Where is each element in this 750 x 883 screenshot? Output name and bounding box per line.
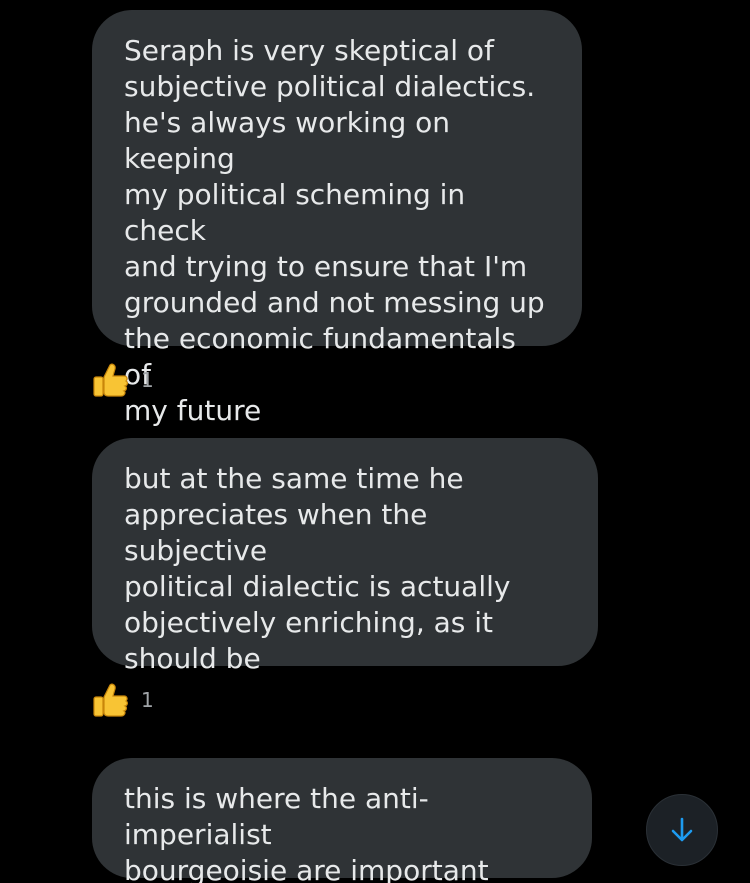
reaction-chip[interactable]: 1 bbox=[90, 360, 154, 400]
reaction-count: 1 bbox=[141, 368, 154, 392]
message-bubble[interactable]: but at the same time he appreciates when… bbox=[92, 438, 598, 675]
message-bubble[interactable]: Seraph is very skeptical of subjective p… bbox=[92, 10, 582, 427]
message-bubble[interactable]: this is where the anti-imperialist bourg… bbox=[92, 758, 592, 883]
thumbs-up-icon bbox=[93, 683, 128, 717]
arrow-down-icon bbox=[671, 817, 693, 842]
reaction-chip[interactable]: 1 bbox=[90, 680, 154, 720]
scroll-to-bottom-button[interactable] bbox=[646, 794, 718, 866]
reaction-count: 1 bbox=[141, 688, 154, 712]
thumbs-up-icon bbox=[93, 363, 128, 397]
